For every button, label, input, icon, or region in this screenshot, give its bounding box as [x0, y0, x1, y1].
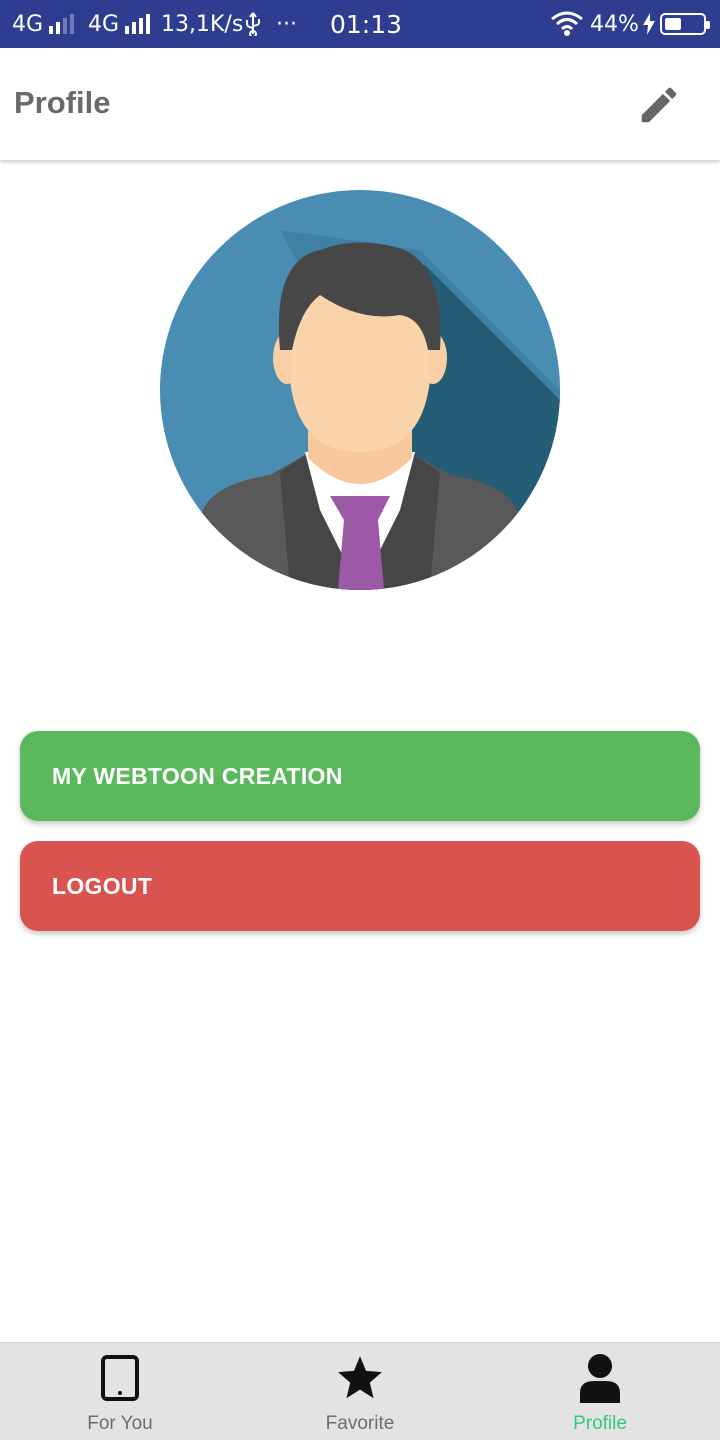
logout-button[interactable]: LOGOUT: [20, 841, 700, 931]
battery-percent: 44%: [590, 11, 639, 37]
nav-label-for-you: For You: [87, 1413, 153, 1434]
battery-icon: [654, 0, 710, 48]
profile-avatar: [160, 190, 560, 590]
usb-icon: [244, 0, 262, 48]
star-icon: [335, 1353, 385, 1403]
network-speed: 13,1K/s: [161, 11, 244, 37]
status-bar: 4G 4G 13,1K/s ··· 01:13 44%: [0, 0, 720, 48]
signal-icon-1: [49, 14, 75, 34]
network-type-2: 4G: [88, 11, 120, 37]
nav-item-profile[interactable]: Profile: [480, 1343, 720, 1440]
my-webtoon-creation-button[interactable]: MY WEBTOON CREATION: [20, 731, 700, 821]
bottom-navigation: For You Favorite Profile: [0, 1342, 720, 1440]
nav-item-favorite[interactable]: Favorite: [240, 1343, 480, 1440]
signal-icon-2: [125, 14, 151, 34]
clock: 01:13: [330, 9, 403, 39]
nav-label-favorite: Favorite: [325, 1413, 395, 1434]
my-webtoon-creation-label: MY WEBTOON CREATION: [52, 762, 343, 789]
person-icon: [575, 1353, 625, 1403]
nav-item-for-you[interactable]: For You: [0, 1343, 240, 1440]
page-title: Profile: [14, 85, 111, 120]
wifi-icon: [550, 0, 584, 48]
nav-label-profile: Profile: [573, 1413, 627, 1434]
logout-label: LOGOUT: [52, 872, 153, 899]
tablet-icon: [95, 1353, 145, 1403]
network-indicator-2: 4G: [88, 0, 151, 48]
app-bar: Profile: [0, 48, 720, 160]
pencil-icon: [641, 87, 677, 123]
more-indicator: ···: [276, 11, 297, 37]
network-type-1: 4G: [12, 11, 44, 37]
edit-profile-button[interactable]: [632, 78, 686, 132]
network-indicator-1: 4G: [12, 0, 75, 48]
